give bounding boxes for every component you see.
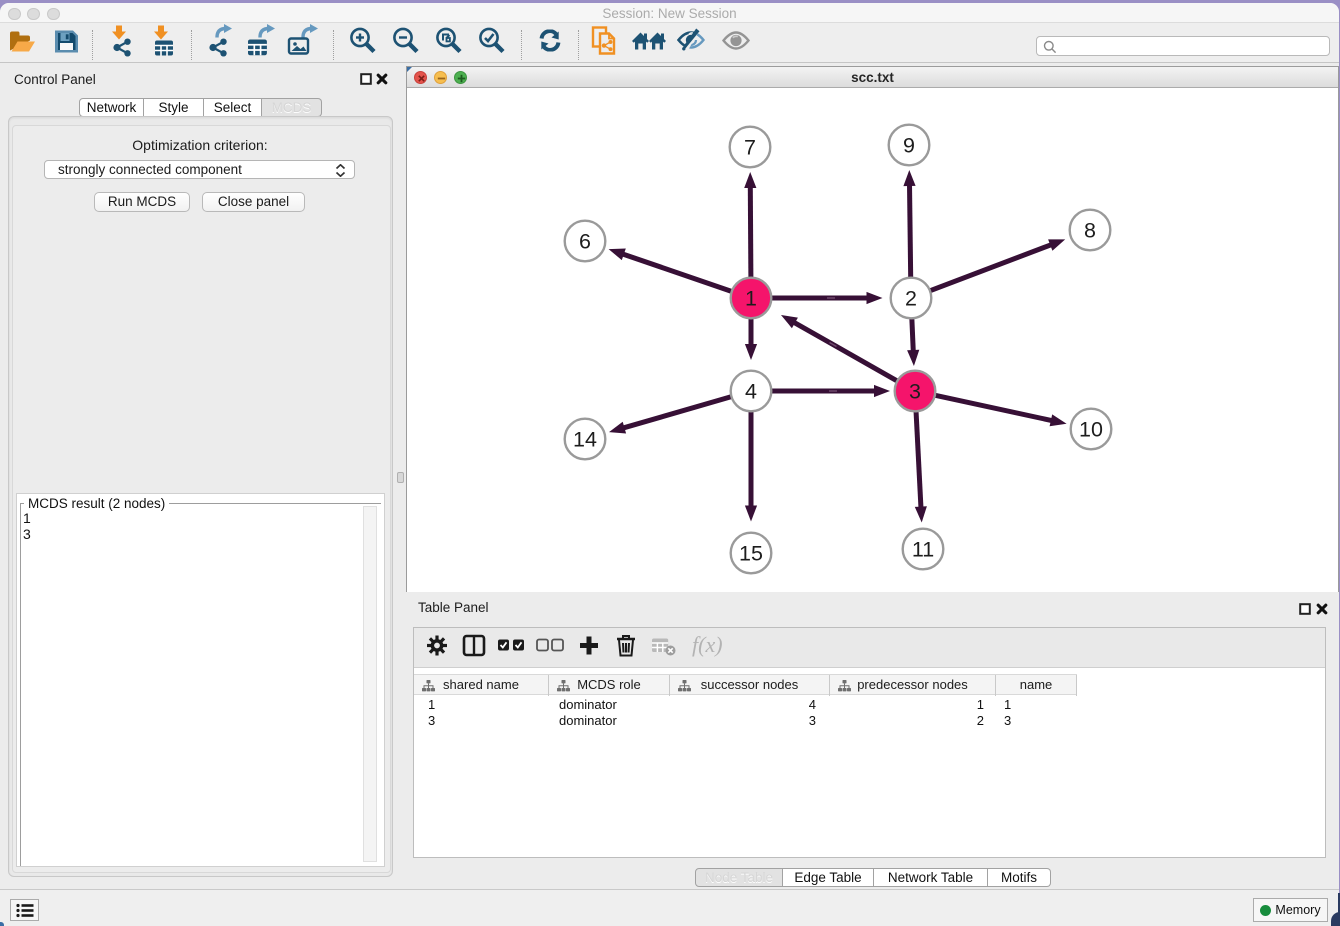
svg-text:8: 8	[1084, 219, 1096, 243]
svg-text:9: 9	[903, 134, 915, 158]
svg-text:2: 2	[905, 287, 917, 311]
svg-text:11: 11	[912, 538, 934, 562]
svg-text:6: 6	[579, 230, 591, 254]
svg-text:10: 10	[1079, 418, 1103, 442]
svg-text:15: 15	[739, 542, 763, 566]
svg-text:14: 14	[573, 428, 597, 452]
svg-text:4: 4	[745, 380, 757, 404]
svg-text:7: 7	[744, 136, 756, 160]
svg-text:3: 3	[909, 380, 921, 404]
svg-text:1: 1	[745, 287, 757, 311]
